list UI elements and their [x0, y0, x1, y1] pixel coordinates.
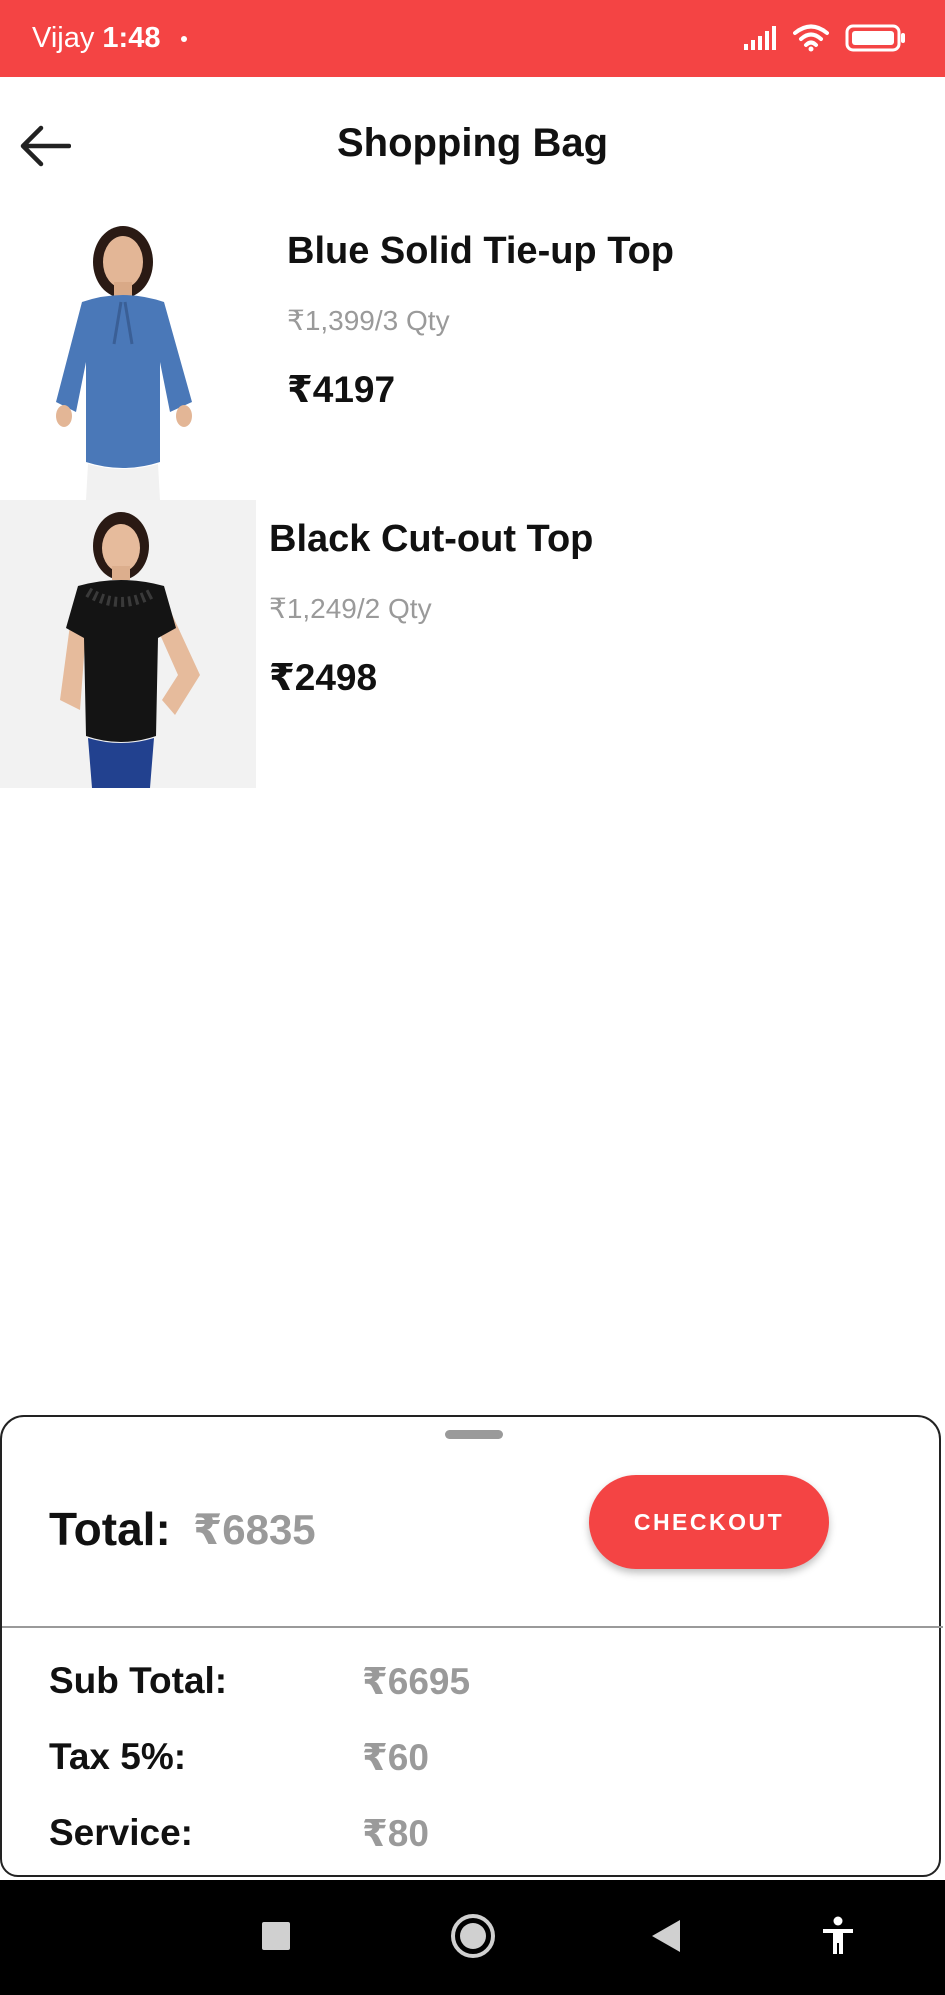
unit-price-qty: ₹1,249/2 Qty [269, 593, 432, 624]
subtotal-label: Sub Total: [49, 1660, 228, 1701]
product-image-black-top [0, 500, 256, 788]
carrier-name: Vijay [32, 22, 95, 54]
cart-item[interactable]: Black Cut-out Top ₹1,249/2 Qty ₹2498 [0, 500, 945, 788]
line-total: ₹4197 [287, 369, 396, 410]
home-circle-icon [450, 1913, 496, 1964]
line-total: ₹2498 [269, 657, 378, 698]
product-name: Blue Solid Tie-up Top [287, 230, 675, 272]
system-nav-bar [0, 1880, 945, 1995]
unit-price-qty: ₹1,399/3 Qty [287, 305, 450, 336]
accessibility-icon [820, 1916, 856, 1961]
status-carrier-time: Vijay 1:48 [32, 22, 187, 55]
service-label: Service: [49, 1812, 193, 1853]
order-summary-sheet: Total: ₹6835 CHECKOUT Sub Total: ₹6695 T… [0, 1415, 943, 1877]
status-bar: Vijay 1:48 [0, 0, 945, 77]
status-icons [743, 24, 907, 57]
clock-time: 1:48 [102, 22, 161, 54]
checkout-button[interactable]: CHECKOUT [589, 1475, 829, 1569]
drag-handle[interactable] [445, 1430, 503, 1439]
service-value: ₹80 [362, 1813, 429, 1854]
subtotal-value: ₹6695 [362, 1661, 471, 1702]
back-nav-button[interactable] [636, 1908, 696, 1968]
wifi-icon [793, 24, 829, 57]
product-image-blue-top [0, 212, 256, 500]
notification-dot-icon [180, 36, 187, 43]
app-bar: Shopping Bag [0, 77, 945, 212]
total-label: Total: [49, 1503, 171, 1555]
accessibility-button[interactable] [808, 1908, 868, 1968]
page-title: Shopping Bag [336, 121, 609, 165]
cart-item[interactable]: Blue Solid Tie-up Top ₹1,399/3 Qty ₹4197 [0, 212, 945, 500]
recents-button[interactable] [246, 1908, 306, 1968]
divider [2, 1626, 943, 1628]
tax-value: ₹60 [362, 1737, 429, 1778]
home-button[interactable] [443, 1908, 503, 1968]
signal-icon [743, 26, 777, 55]
tax-label: Tax 5%: [49, 1736, 187, 1777]
triangle-back-icon [650, 1919, 682, 1958]
square-icon [261, 1921, 291, 1956]
product-name: Black Cut-out Top [269, 518, 594, 560]
total-value: ₹6835 [193, 1506, 316, 1553]
battery-icon [845, 24, 907, 57]
